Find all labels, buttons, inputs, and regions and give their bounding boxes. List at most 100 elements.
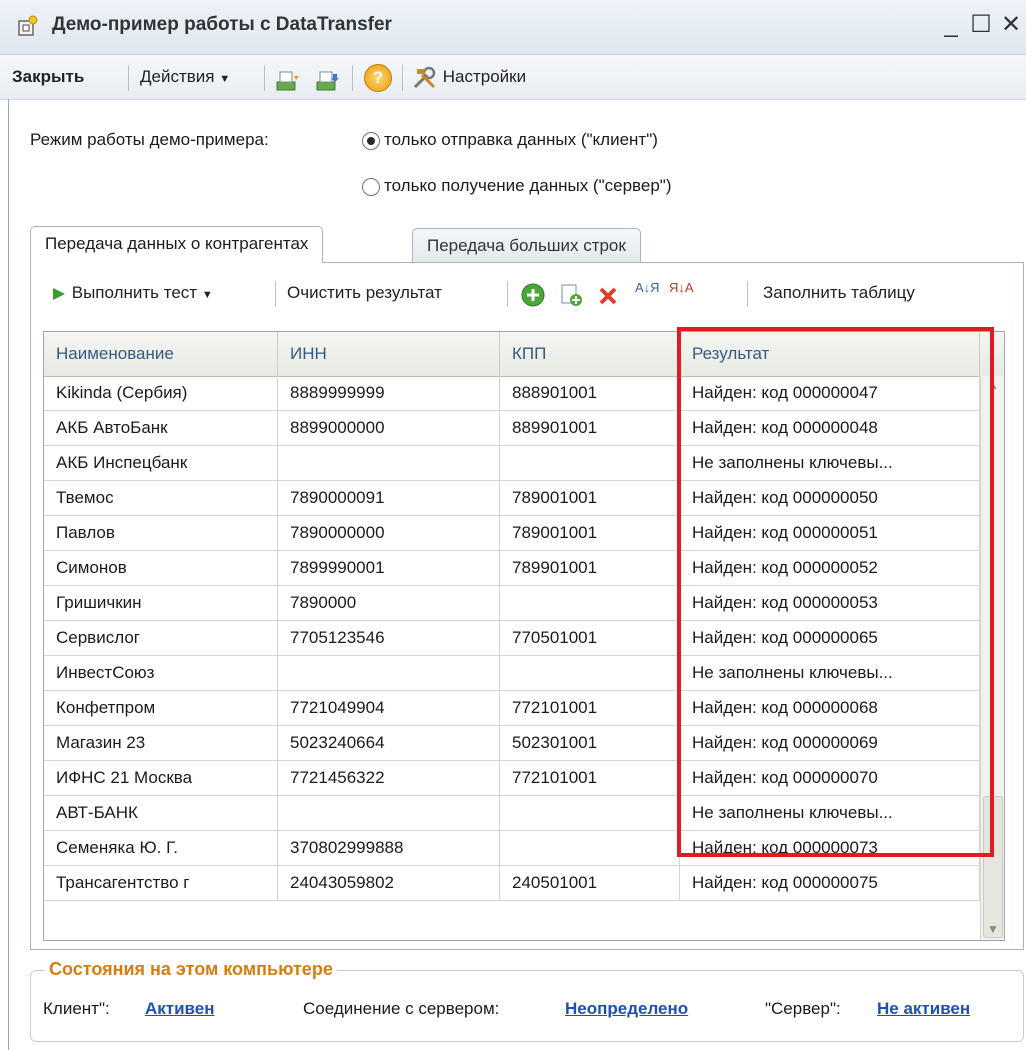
cell-kpp [500,586,680,620]
table-header: Наименование ИНН КПП Результат [44,332,1004,377]
maximize-button[interactable]: ☐ [966,10,996,40]
cell-name: Гришичкин [44,586,278,620]
toolbar-separator [352,65,353,91]
server-status-label: "Сервер": [765,999,841,1018]
minimize-button[interactable]: _ [936,10,966,40]
mode-server-radio[interactable] [362,178,380,196]
table-row[interactable]: АКБ Инспецбанк Не заполнены ключевы... [44,446,980,481]
run-test-label: Выполнить тест [71,283,198,302]
cell-inn: 7899990001 [278,551,500,585]
table-row[interactable]: Твемос 7890000091 789001001 Найден: код 000… [44,481,980,516]
actions-menu-button[interactable]: Действия ▼ [140,63,230,91]
column-header-name[interactable]: Наименование [44,332,278,376]
table-row[interactable]: Павлов 7890000000 789001001 Найден: код 000… [44,516,980,551]
cell-inn [278,656,500,690]
chevron-down-icon: ▼ [219,73,231,85]
tab-counterparties[interactable]: Передача данных о контрагентах [30,226,324,263]
mode-client-label[interactable]: только отправка данных ("клиент") [384,130,658,150]
cell-name: Симонов [44,551,278,585]
help-icon[interactable]: ? [364,64,392,92]
copy-row-icon[interactable] [559,281,583,309]
cell-kpp: 789001001 [500,481,680,515]
cell-inn: 7705123546 [278,621,500,655]
mode-server-label[interactable]: только получение данных ("сервер") [384,176,671,196]
cell-name: АВТ-БАНК [44,796,278,830]
toolbar-separator [747,281,748,307]
cell-result: Не заполнены ключевы... [680,656,980,690]
vertical-scrollbar[interactable]: ▲ ▼ [980,376,1004,940]
cell-name: Трансагентство г [44,866,278,900]
table-row[interactable]: Гришичкин 7890000 Найден: код 000000053 [44,586,980,621]
tab-large-strings[interactable]: Передача больших строк [412,228,641,263]
cell-name: Твемос [44,481,278,515]
close-button[interactable]: Закрыть [12,63,84,91]
clear-result-button[interactable]: Очистить результат [287,279,442,307]
cell-inn: 7890000091 [278,481,500,515]
toolbar-separator [507,281,508,307]
settings-button[interactable]: Настройки [412,63,526,91]
cell-inn: 8899000000 [278,411,500,445]
counterparties-table[interactable]: Наименование ИНН КПП Результат Kikinda (… [43,331,1005,941]
toolbar-separator [128,65,129,91]
cell-inn: 5023240664 [278,726,500,760]
cell-kpp: 888901001 [500,376,680,410]
settings-label: Настройки [442,67,527,86]
column-header-result[interactable]: Результат [680,332,980,376]
table-row[interactable]: Kikinda (Сербия) 8889999999 888901001 Найде… [44,376,980,411]
table-row[interactable]: ИнвестСоюз Не заполнены ключевы... [44,656,980,691]
cell-result: Найден: код 000000050 [680,481,980,515]
table-row[interactable]: Магазин 23 5023240664 502301001 Найден: код… [44,726,980,761]
add-row-icon[interactable] [521,281,545,309]
cell-result: Найден: код 000000068 [680,691,980,725]
title-bar: Демо-пример работы с DataTransfer _ ☐ ✕ [0,0,1026,55]
toolbar-separator [402,65,403,91]
scroll-down-icon[interactable]: ▼ [987,922,999,936]
cell-name: Павлов [44,516,278,550]
table-row[interactable]: Симонов 7899990001 789901001 Найден: код 00… [44,551,980,586]
table-row[interactable]: Конфетпром 7721049904 772101001 Найден: код… [44,691,980,726]
close-window-button[interactable]: ✕ [996,10,1026,40]
fill-table-button[interactable]: Заполнить таблицу [763,279,915,307]
mode-label: Режим работы демо-примера: [30,130,269,149]
scrollbar-thumb[interactable] [983,796,1003,938]
cell-inn: 7721456322 [278,761,500,795]
table-row[interactable]: ИФНС 21 Москва 7721456322 772101001 Найден:… [44,761,980,796]
table-row[interactable]: Трансагентство г 24043059802 240501001 Найд… [44,866,980,901]
run-test-button[interactable]: Выполнить тест ▼ [51,279,213,307]
cell-kpp: 789901001 [500,551,680,585]
cell-result: Не заполнены ключевы... [680,446,980,480]
table-row[interactable]: АВТ-БАНК Не заполнены ключевы... [44,796,980,831]
cell-result: Не заполнены ключевы... [680,796,980,830]
mode-client-radio[interactable] [362,132,380,150]
client-status-link[interactable]: Активен [145,999,215,1019]
cell-name: АКБ АвтоБанк [44,411,278,445]
connection-status-link[interactable]: Неопределено [565,999,688,1019]
actions-label: Действия [140,67,215,86]
chevron-down-icon: ▼ [201,289,213,301]
download-data-icon[interactable] [276,67,300,95]
cell-kpp: 772101001 [500,761,680,795]
cell-kpp: 889901001 [500,411,680,445]
delete-row-icon[interactable] [597,282,619,310]
upload-data-icon[interactable] [316,67,340,95]
cell-kpp: 789001001 [500,516,680,550]
scroll-up-icon[interactable]: ▲ [987,378,999,392]
play-icon [53,287,65,300]
table-row[interactable]: АКБ АвтоБанк 8899000000 889901001 Найден: к… [44,411,980,446]
column-header-kpp[interactable]: КПП [500,332,680,376]
table-row[interactable]: Сервислог 7705123546 770501001 Найден: код … [44,621,980,656]
cell-name: Семеняка Ю. Г. [44,831,278,865]
server-status-link[interactable]: Не активен [877,999,970,1019]
app-icon [18,15,38,36]
window-title: Демо-пример работы с DataTransfer [52,14,392,35]
column-header-inn[interactable]: ИНН [278,332,500,376]
cell-name: ИнвестСоюз [44,656,278,690]
cell-name: Магазин 23 [44,726,278,760]
sort-ascending-icon[interactable]: А↓Я [635,281,660,309]
sort-descending-icon[interactable]: Я↓А [669,281,694,309]
cell-kpp: 502301001 [500,726,680,760]
cell-inn [278,446,500,480]
table-row[interactable]: Семеняка Ю. Г. 370802999888 Найден: код 00… [44,831,980,866]
cell-result: Найден: код 000000073 [680,831,980,865]
cell-kpp [500,446,680,480]
